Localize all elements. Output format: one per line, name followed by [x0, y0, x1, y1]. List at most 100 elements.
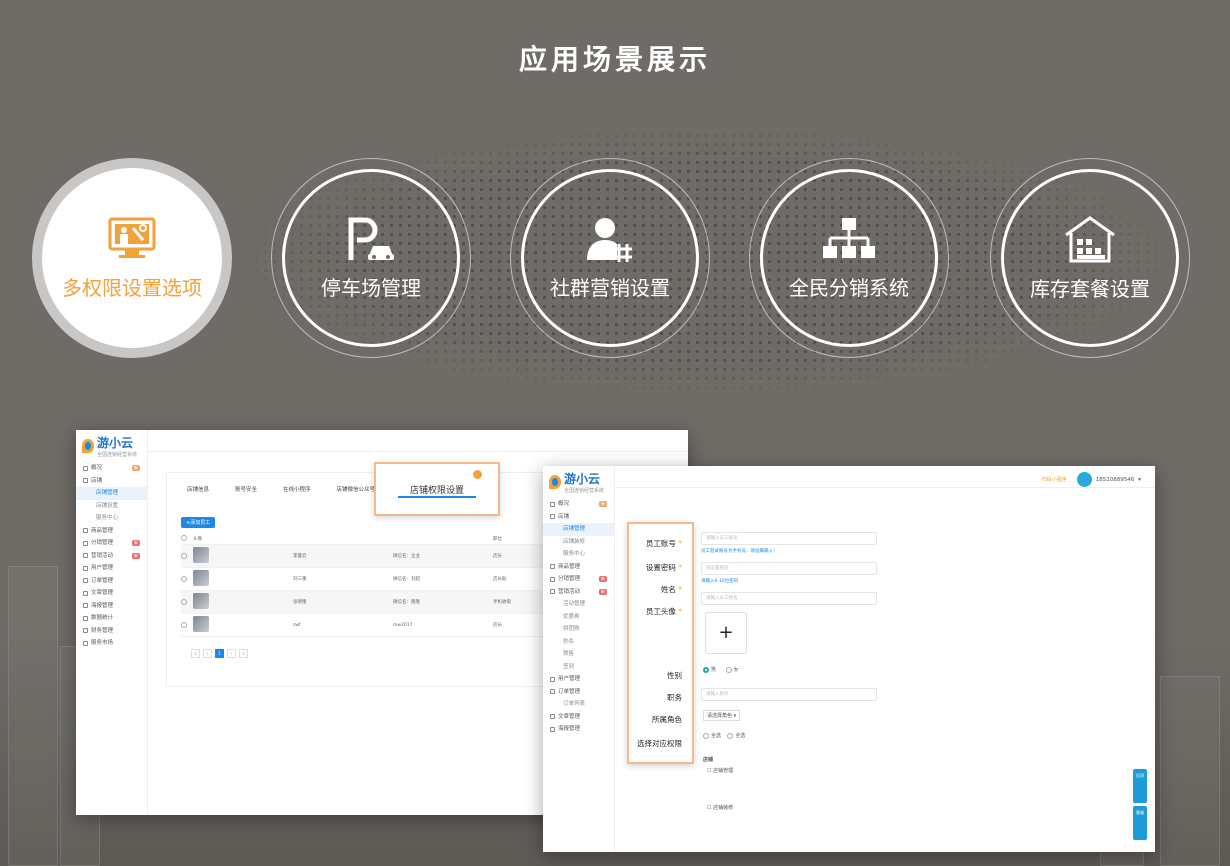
sidebar-item-label: 签到 [563, 663, 575, 670]
sidebar-item[interactable]: 订单管理 [76, 575, 147, 588]
feature-parking[interactable]: 停车场管理 [271, 158, 471, 358]
chevron-down-icon[interactable]: ▾ [1138, 477, 1141, 483]
row-checkbox[interactable] [181, 621, 187, 628]
avatar[interactable] [1076, 472, 1092, 487]
role-select[interactable]: 请选择角色 ▾ [703, 710, 741, 721]
new-badge: 新 [132, 465, 140, 472]
sidebar-item[interactable]: 海报管理 [543, 723, 614, 736]
nav-icon [83, 640, 88, 646]
feature-distribution[interactable]: 全民分销系统 [749, 158, 949, 358]
feature-inventory[interactable]: 库存套餐设置 [990, 158, 1190, 358]
name-field[interactable]: 请输入员工姓名 [701, 592, 877, 605]
sidebar-item[interactable]: 服务中心 [76, 512, 147, 525]
page-button[interactable]: ‹ [203, 649, 212, 658]
select-all-checkbox[interactable] [181, 535, 187, 542]
page-button[interactable]: » [239, 649, 248, 658]
form-field-label: 员工账号 * [645, 539, 682, 548]
new-badge: 新 [599, 588, 607, 595]
sidebar-item[interactable]: 商品管理 [543, 561, 614, 574]
nav-icon [550, 676, 555, 682]
row-checkbox[interactable] [181, 598, 187, 605]
feature-community[interactable]: 社群营销设置 [510, 158, 710, 358]
row-checkbox[interactable] [181, 575, 187, 582]
sidebar-item[interactable]: 文章管理 [543, 711, 614, 724]
permission-group[interactable]: ☐ 店铺装修 [707, 804, 733, 811]
page-button[interactable]: › [227, 649, 236, 658]
tab-wechat-official[interactable]: 店铺微信公众号 [337, 485, 376, 493]
staff-name: 张德隆 [293, 600, 307, 605]
select-all-radio[interactable] [703, 732, 709, 739]
required-marker: * [675, 607, 682, 616]
page-button[interactable]: « [191, 649, 200, 658]
sidebar-item-label: 订单管理 [91, 577, 114, 584]
sidebar-item-label: 数据统计 [91, 615, 114, 621]
callout-shop-permissions: 店铺权限设置 [374, 462, 500, 516]
sidebar-item[interactable]: 营销活动 新 [543, 586, 614, 599]
sidebar-item[interactable]: 店铺 [76, 475, 147, 488]
sidebar-item[interactable]: 分销管理 新 [76, 537, 147, 550]
sidebar-item-label: 秒杀 [563, 638, 575, 645]
app-logo: 游小云 全国连锁经营系统 [543, 466, 614, 498]
nav-icon [550, 501, 555, 507]
sidebar-item[interactable]: 概况 新 [543, 498, 614, 511]
sidebar-item[interactable]: 店铺 [543, 511, 614, 524]
gender-male-radio[interactable] [703, 666, 709, 673]
sidebar-item[interactable]: 服务市场 [76, 637, 147, 650]
account-field[interactable]: 请输入员工账号 [701, 532, 877, 545]
sidebar-item[interactable]: 财务管理 [76, 625, 147, 638]
form-field-label: 职务 [667, 693, 682, 702]
qr-link[interactable]: 扫码小程序 [1042, 476, 1067, 483]
tab-account-security[interactable]: 账号安全 [235, 485, 257, 493]
permission-group[interactable]: ☐ 店铺管理 [707, 767, 733, 774]
avatar-upload[interactable]: + [705, 612, 747, 654]
sidebar-item[interactable]: 商品管理 [76, 525, 147, 538]
nav-icon [550, 564, 555, 570]
nav-icon [83, 565, 88, 571]
tab-shop-info[interactable]: 店铺信息 [187, 485, 209, 493]
sidebar-item[interactable]: 店铺管理 [76, 487, 147, 500]
user-menu[interactable]: 扫码小程序 18520889546 ▾ [1042, 472, 1141, 487]
select-all-radio[interactable] [727, 732, 734, 739]
sidebar-item[interactable]: 签到 [543, 661, 614, 674]
sidebar-item[interactable]: 店铺装修 [543, 536, 614, 549]
sidebar-item[interactable]: 秒杀 [543, 636, 614, 649]
sidebar-item[interactable]: 用户管理 [543, 673, 614, 686]
sidebar-item-label: 服务中心 [96, 515, 119, 521]
sidebar-item-label: 店铺管理 [96, 490, 119, 496]
tab-mini-program[interactable]: 在线小程序 [283, 485, 311, 493]
sidebar-item[interactable]: 活动管理 [543, 598, 614, 611]
customer-service-button[interactable]: 客服 [1133, 806, 1147, 840]
sidebar-item[interactable]: 用户管理 [76, 562, 147, 575]
sidebar-item[interactable]: 营销活动 新 [76, 550, 147, 563]
user-id: 18520889546 [1095, 476, 1135, 483]
sidebar-item[interactable]: 文章管理 [76, 587, 147, 600]
sidebar-item[interactable]: 预售 [543, 648, 614, 661]
form-field-label: 设置密码 * [645, 563, 682, 572]
gender-female-radio[interactable] [725, 666, 732, 673]
add-staff-button[interactable]: +添加员工 [181, 517, 216, 528]
sidebar-item[interactable]: 订单管理 [543, 686, 614, 699]
warehouse-icon [1063, 215, 1117, 263]
topbar [148, 430, 688, 452]
page-button[interactable]: 1 [215, 649, 224, 658]
row-checkbox[interactable] [181, 552, 187, 559]
sidebar-item[interactable]: 海报管理 [76, 600, 147, 613]
sidebar-item[interactable]: 概况 新 [76, 462, 147, 475]
position-field[interactable]: 请输入职务 [701, 688, 877, 701]
sidebar-item[interactable]: 数据统计 [76, 612, 147, 625]
sidebar-item[interactable]: 优惠券 [543, 611, 614, 624]
sidebar-item[interactable]: 店铺管理 [543, 523, 614, 536]
sidebar-item[interactable]: 店铺设置 [76, 500, 147, 513]
sidebar-item[interactable]: 拼团购 [543, 623, 614, 636]
password-field[interactable]: 请设置密码 [701, 562, 877, 575]
sidebar-item[interactable]: 服务中心 [543, 548, 614, 561]
sidebar-item-label: 拼团购 [563, 626, 580, 632]
sidebar-item-label: 活动管理 [563, 601, 586, 607]
password-hint: 请输入6-16位密码 [701, 579, 739, 584]
sidebar-item[interactable]: 订单列表 [543, 698, 614, 711]
feature-permissions[interactable]: 多权限设置选项 [32, 158, 232, 358]
sidebar-item[interactable]: 分销管理 新 [543, 573, 614, 586]
nav-icon [83, 628, 88, 634]
gender-radio-group: 男 女 [703, 666, 739, 673]
back-to-top-button[interactable]: 回顶 [1133, 769, 1147, 803]
